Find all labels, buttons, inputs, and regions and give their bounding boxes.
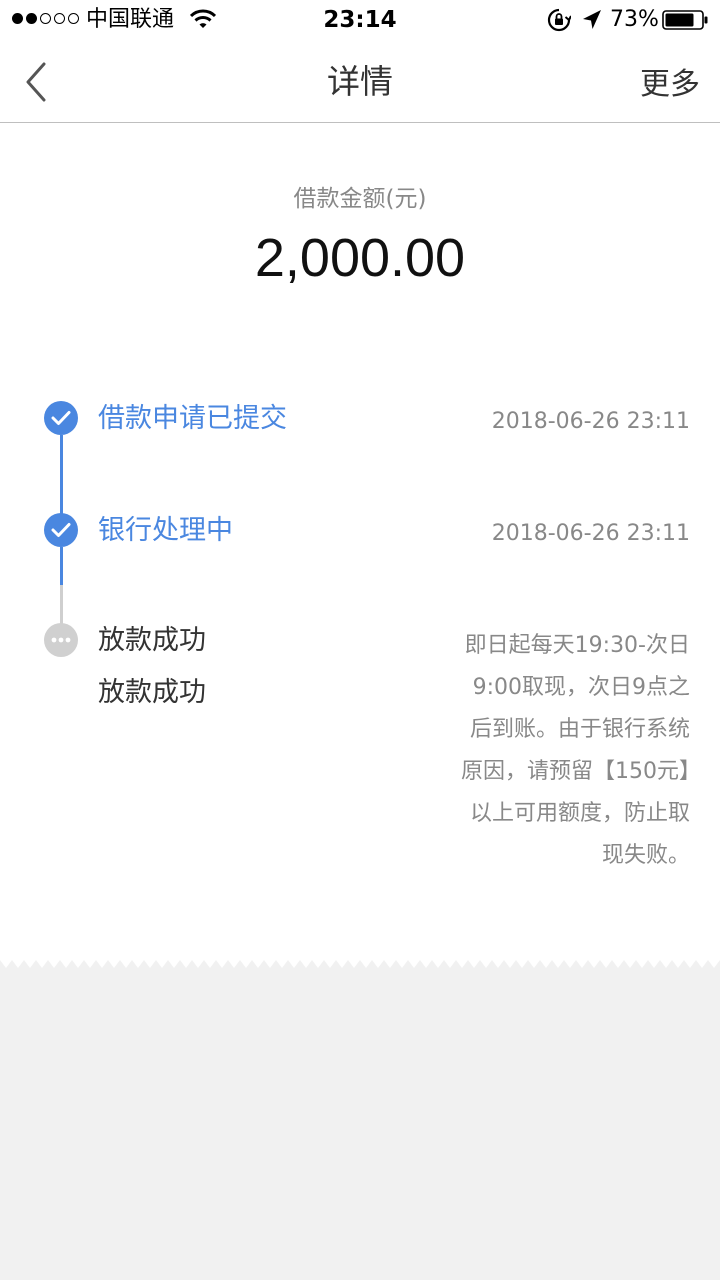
step-time: 2018-06-26 23:11 — [491, 521, 690, 546]
timeline-connector — [60, 435, 63, 519]
step-pending-ellipsis-icon — [44, 623, 78, 657]
step-done-check-icon — [44, 401, 78, 435]
loan-detail-card: 借款金额(元) 2,000.00 借款申请已提交 2018-06-26 23:1… — [0, 123, 720, 960]
card-zigzag-edge — [0, 960, 720, 968]
location-arrow-icon — [581, 8, 603, 36]
page: 中国联通 23:14 73% 详情 更多 借款金额(元) 2,000.00 借款… — [0, 0, 720, 1280]
step-time: 2018-06-26 23:11 — [491, 409, 690, 434]
step-title: 银行处理中 — [98, 515, 233, 546]
battery-percentage: 73% — [610, 7, 659, 32]
page-title: 详情 — [327, 62, 393, 101]
step-done-check-icon — [44, 513, 78, 547]
timeline-connector — [60, 585, 63, 625]
status-bar: 中国联通 23:14 73% — [0, 0, 720, 40]
loan-progress-timeline: 借款申请已提交 2018-06-26 23:11 银行处理中 2018-06-2… — [0, 123, 720, 960]
navigation-bar: 详情 更多 — [0, 40, 720, 123]
battery-icon — [662, 10, 708, 30]
rotation-lock-icon — [547, 8, 572, 36]
timeline-connector — [60, 547, 63, 585]
step-title: 借款申请已提交 — [98, 403, 287, 434]
more-button[interactable]: 更多 — [640, 66, 700, 104]
step-subtitle: 放款成功 — [98, 677, 206, 708]
step-title: 放款成功 — [98, 625, 206, 656]
step-note: 即日起每天19:30-次日9:00取现，次日9点之后到账。由于银行系统原因，请预… — [461, 633, 690, 868]
